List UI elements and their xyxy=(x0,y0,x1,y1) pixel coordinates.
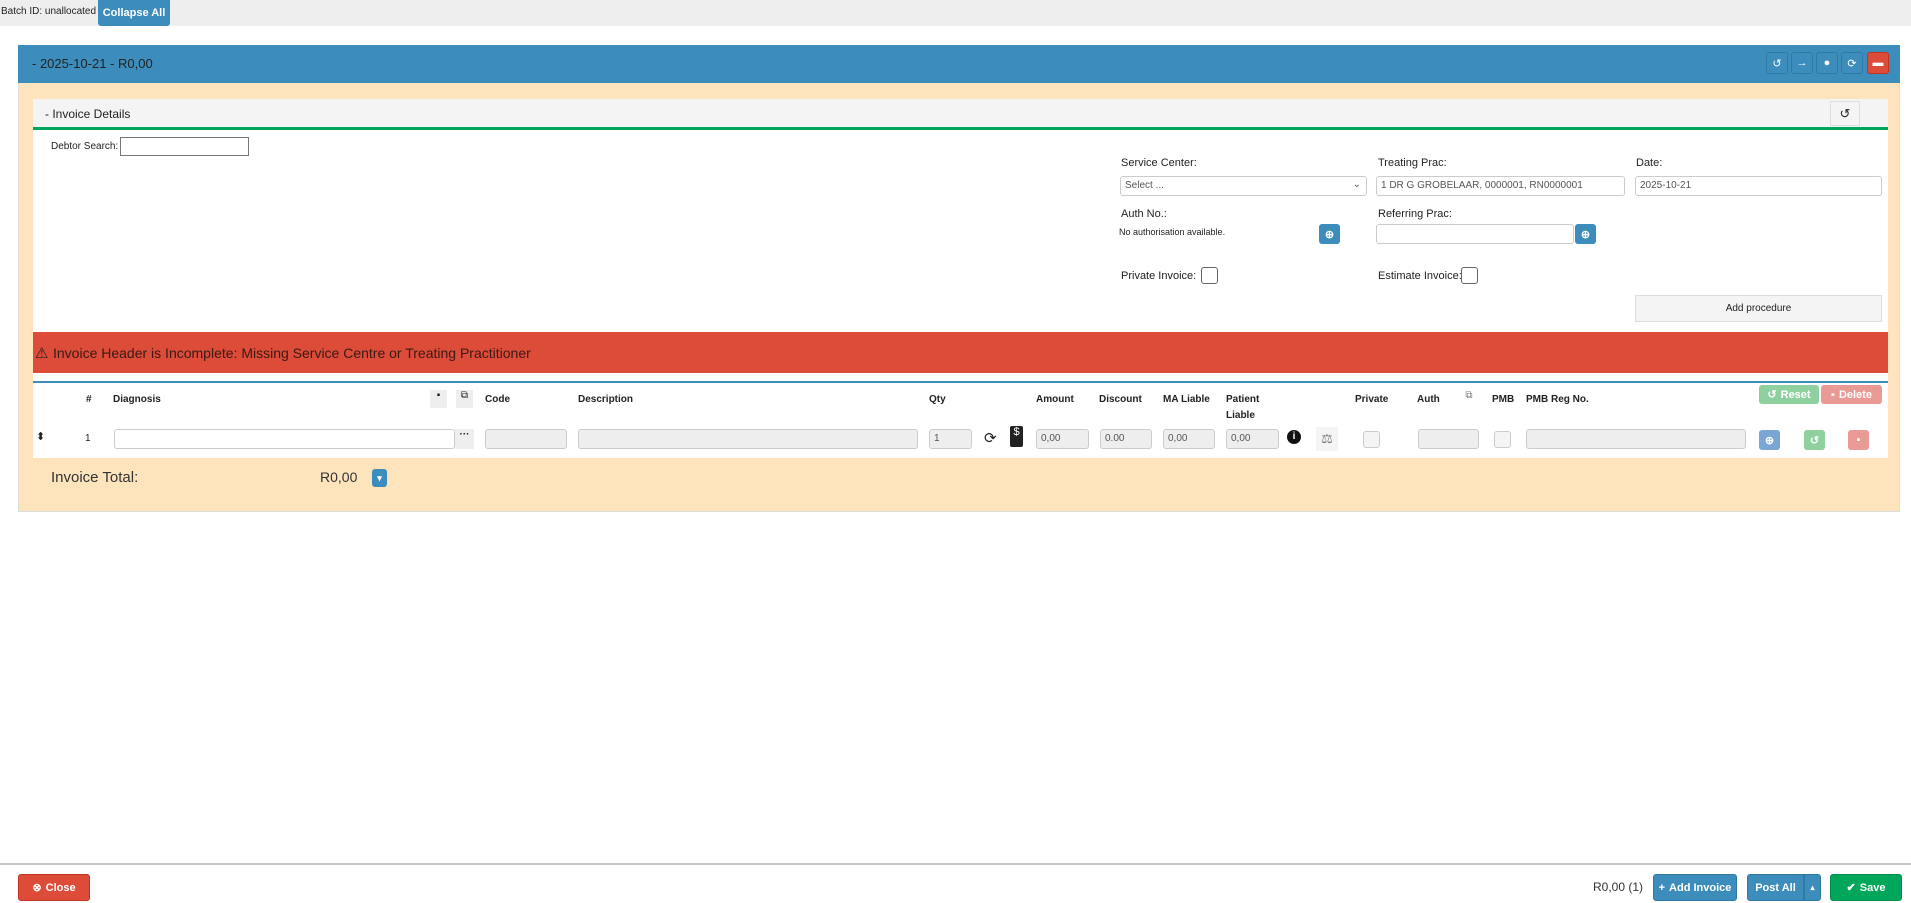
collapse-icon[interactable]: ▪ xyxy=(430,390,447,408)
qty-input[interactable]: 1 xyxy=(929,429,972,449)
arrow-right-icon[interactable]: → xyxy=(1791,52,1813,74)
collapse-all-button[interactable]: Collapse All xyxy=(98,0,170,26)
header-amount: Amount xyxy=(1036,394,1074,405)
save-button[interactable]: ✔ Save xyxy=(1830,874,1902,901)
reset-label: Reset xyxy=(1780,388,1811,401)
warning-icon: ⚠ xyxy=(35,345,49,362)
reset-icon: ↺ xyxy=(1767,389,1777,401)
more-icon[interactable]: ··· xyxy=(455,429,474,449)
close-circle-icon: ⊗ xyxy=(32,882,42,894)
copy-auth-icon[interactable]: ⧉ xyxy=(1462,390,1476,401)
invoice-details-title: - Invoice Details xyxy=(45,107,131,121)
invoice-details-header[interactable]: - Invoice Details ↺ xyxy=(33,99,1888,130)
invoice-details-panel xyxy=(33,99,1888,458)
row-number: 1 xyxy=(85,433,91,444)
service-center-label: Service Center: xyxy=(1121,157,1197,169)
header-pmb-reg: PMB Reg No. xyxy=(1526,394,1589,405)
discount-input[interactable]: 0.00 xyxy=(1100,429,1152,449)
reset-row-button[interactable]: ↺ xyxy=(1804,430,1825,450)
post-all-button[interactable]: Post All xyxy=(1747,874,1804,901)
alert-text: Invoice Header is Incomplete: Missing Se… xyxy=(53,345,531,361)
invoice-total-label: Invoice Total: xyxy=(51,469,139,486)
refresh-icon[interactable]: ⟳ xyxy=(984,429,997,447)
header-ma-liable: MA Liable xyxy=(1163,394,1210,405)
plus-icon: + xyxy=(1658,881,1666,894)
private-invoice-checkbox[interactable] xyxy=(1201,267,1218,284)
alert-banner: ⚠ Invoice Header is Incomplete: Missing … xyxy=(33,332,1888,377)
delete-row-button[interactable]: ▪ xyxy=(1848,430,1869,450)
header-patient-liable: Patient Liable xyxy=(1226,394,1260,421)
save-label: Save xyxy=(1859,881,1886,894)
add-invoice-button[interactable]: + Add Invoice xyxy=(1653,874,1737,901)
info-icon[interactable]: i xyxy=(1287,430,1301,444)
service-center-value: Select ... xyxy=(1125,180,1164,191)
reset-button[interactable]: ↺ Reset xyxy=(1759,385,1819,404)
footer-summary: R0,00 (1) xyxy=(1593,880,1644,894)
ma-liable-input[interactable]: 0,00 xyxy=(1163,429,1215,449)
debtor-search-input[interactable] xyxy=(120,137,249,156)
delete-icon: ▪ xyxy=(1831,388,1835,401)
code-input[interactable] xyxy=(485,429,567,449)
private-checkbox[interactable] xyxy=(1363,431,1380,448)
service-center-select[interactable]: Select ... ⌄ xyxy=(1120,176,1367,196)
header-qty: Qty xyxy=(929,394,946,405)
chevron-down-icon: ⌄ xyxy=(1352,179,1361,190)
header-description: Description xyxy=(578,394,634,405)
caret-down-icon[interactable]: ▾ xyxy=(372,469,387,487)
referring-prac-input[interactable] xyxy=(1376,224,1574,244)
add-referring-prac-button[interactable]: ⊕ xyxy=(1575,224,1596,244)
user-circle-icon[interactable]: ● xyxy=(1816,52,1838,74)
price-document-icon[interactable]: $ xyxy=(1010,426,1023,447)
close-button[interactable]: ⊗ Close xyxy=(18,874,90,901)
auth-no-text: No authorisation available. xyxy=(1119,227,1226,237)
add-auth-button[interactable]: ⊕ xyxy=(1319,224,1340,244)
header-num: # xyxy=(86,394,92,405)
copy-icon[interactable]: ⧉ xyxy=(456,390,473,408)
estimate-invoice-checkbox[interactable] xyxy=(1461,267,1478,284)
header-private: Private xyxy=(1355,394,1389,405)
footer-divider xyxy=(0,863,1911,865)
table-divider xyxy=(33,381,1888,383)
private-invoice-label: Private Invoice: xyxy=(1121,270,1197,282)
date-input[interactable]: 2025-10-21 xyxy=(1635,176,1882,196)
estimate-invoice-label: Estimate Invoice: xyxy=(1378,270,1462,282)
pmb-checkbox[interactable] xyxy=(1494,431,1511,448)
pmb-reg-input[interactable] xyxy=(1526,429,1746,449)
debtor-search-label: Debtor Search: xyxy=(51,141,119,152)
refresh-icon[interactable]: ⟳ xyxy=(1841,52,1863,74)
amount-input[interactable]: 0,00 xyxy=(1036,429,1089,449)
description-input[interactable] xyxy=(578,429,918,449)
header-discount: Discount xyxy=(1099,394,1142,405)
batch-id-label: Batch ID: unallocated xyxy=(1,6,97,17)
invoice-card-title: - 2025-10-21 - R0,00 xyxy=(32,56,153,71)
diagnosis-input[interactable] xyxy=(114,429,455,449)
history-icon[interactable]: ↺ xyxy=(1830,101,1860,126)
check-circle-icon: ✔ xyxy=(1846,882,1856,894)
patient-liable-input[interactable]: 0,00 xyxy=(1226,429,1279,449)
add-invoice-label: Add Invoice xyxy=(1669,881,1732,894)
delete-label: Delete xyxy=(1838,388,1872,401)
close-label: Close xyxy=(45,881,76,894)
sort-handle-icon[interactable]: ⬍ xyxy=(36,430,45,443)
invoice-card-header[interactable]: - 2025-10-21 - R0,00 xyxy=(18,45,1900,83)
date-label: Date: xyxy=(1636,157,1663,169)
top-bar: Batch ID: unallocated Collapse All xyxy=(0,0,1911,26)
treating-prac-input[interactable]: 1 DR G GROBELAAR, 0000001, RN0000001 xyxy=(1376,176,1625,196)
balance-scale-icon[interactable]: ⚖ xyxy=(1316,427,1338,451)
header-diagnosis: Diagnosis xyxy=(113,394,161,405)
caret-up-icon[interactable]: ▴ xyxy=(1804,874,1821,901)
auth-input[interactable] xyxy=(1418,429,1479,449)
add-procedure-button[interactable]: Add procedure xyxy=(1635,295,1882,322)
delete-icon[interactable]: ▬ xyxy=(1867,52,1889,74)
invoice-total-value: R0,00 xyxy=(320,469,358,485)
header-pmb: PMB xyxy=(1492,394,1515,405)
treating-prac-label: Treating Prac: xyxy=(1378,157,1447,169)
referring-prac-label: Referring Prac: xyxy=(1378,208,1452,220)
auth-no-label: Auth No.: xyxy=(1121,208,1167,220)
add-row-button[interactable]: ⊕ xyxy=(1759,430,1780,450)
delete-button[interactable]: ▪ Delete xyxy=(1821,385,1882,404)
header-auth: Auth xyxy=(1417,394,1440,405)
header-code: Code xyxy=(485,394,510,405)
history-icon[interactable]: ↺ xyxy=(1766,52,1788,74)
